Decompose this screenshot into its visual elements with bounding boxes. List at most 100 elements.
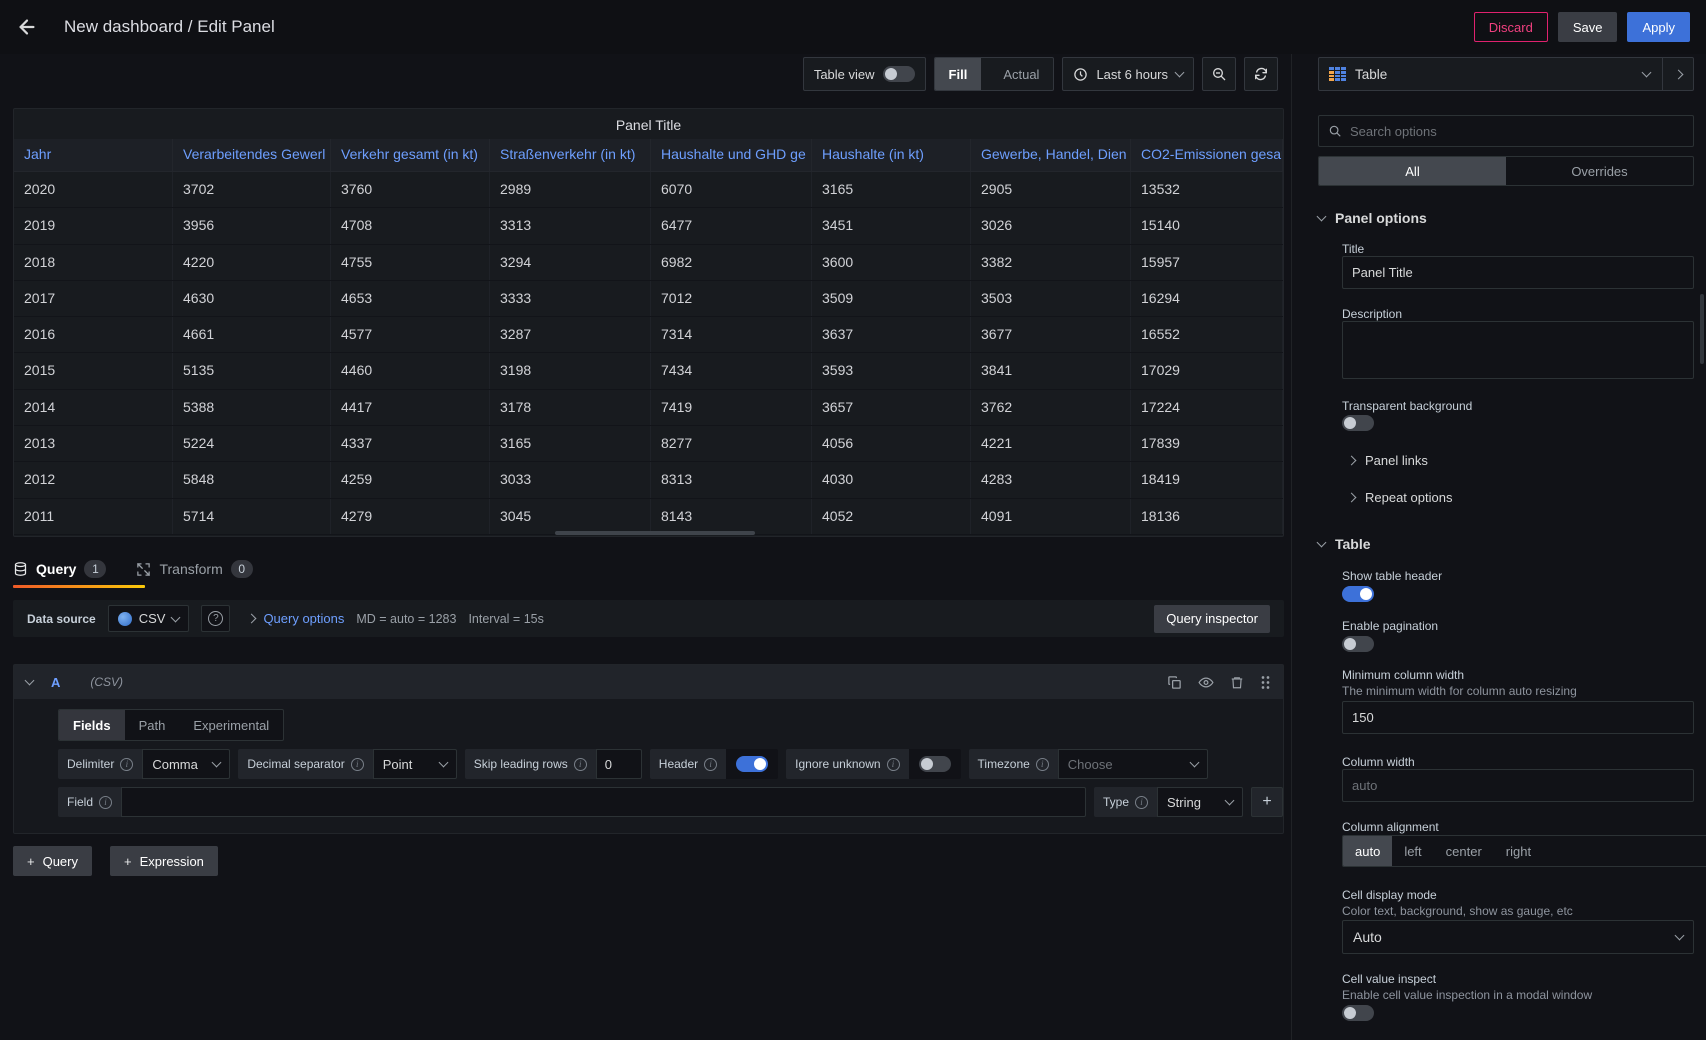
minimum-column-width-desc: The minimum width for column auto resizi… — [1342, 684, 1706, 698]
table-cell: 2013 — [14, 426, 173, 461]
delimiter-select[interactable]: Comma — [142, 749, 230, 779]
table-body: 2020370237602989607031652905135322019395… — [14, 172, 1283, 535]
panel-links-section[interactable]: Panel links — [1348, 453, 1706, 468]
add-query-button[interactable]: +Query — [13, 846, 92, 876]
table-cell: 2016 — [14, 317, 173, 352]
alignment-option-auto[interactable]: auto — [1343, 836, 1392, 866]
table-view-switch[interactable] — [883, 66, 915, 82]
info-icon[interactable]: i — [351, 758, 364, 771]
table-cell: 3509 — [812, 281, 971, 316]
nav-actions: Discard Save Apply — [1474, 12, 1690, 42]
column-header[interactable]: Verkehr gesamt (in kt) — [331, 139, 490, 172]
column-header[interactable]: Verarbeitendes Gewerl — [173, 139, 331, 172]
add-expression-button[interactable]: +Expression — [110, 846, 218, 876]
column-header[interactable]: Straßenverkehr (in kt) — [490, 139, 651, 172]
query-options-toggle[interactable]: Query options — [248, 611, 344, 626]
options-tab-all[interactable]: All — [1319, 157, 1506, 185]
visualization-picker[interactable]: Table — [1318, 57, 1694, 91]
datasource-picker[interactable]: CSV — [108, 605, 190, 632]
apply-button[interactable]: Apply — [1627, 12, 1690, 42]
table-cell: 2018 — [14, 245, 173, 280]
actual-option[interactable]: Actual — [989, 58, 1053, 90]
chevron-down-icon — [171, 612, 181, 622]
editor-tab-path[interactable]: Path — [125, 710, 180, 740]
table-section-header[interactable]: Table — [1318, 536, 1694, 552]
skip-leading-rows-input[interactable] — [596, 749, 642, 779]
cell-value-inspect-switch[interactable] — [1342, 1005, 1374, 1021]
collapse-chevron-icon[interactable] — [25, 676, 35, 686]
table-row: 201939564708331364773451302615140 — [14, 208, 1283, 244]
column-header[interactable]: Haushalte (in kt) — [812, 139, 971, 172]
discard-button[interactable]: Discard — [1474, 12, 1548, 42]
info-icon[interactable]: i — [574, 758, 587, 771]
add-buttons-row: +Query +Expression — [13, 846, 218, 876]
show-table-header-switch[interactable] — [1342, 586, 1374, 602]
column-header[interactable]: Haushalte und GHD ge — [651, 139, 812, 172]
info-icon[interactable]: i — [99, 796, 112, 809]
info-icon[interactable]: i — [1135, 796, 1148, 809]
trash-icon[interactable] — [1230, 675, 1244, 690]
time-range-picker[interactable]: Last 6 hours — [1062, 57, 1194, 91]
table-cell: 3165 — [812, 172, 971, 207]
drag-handle-icon[interactable] — [1260, 675, 1271, 690]
query-count-badge: 1 — [84, 560, 106, 578]
table-cell: 3287 — [490, 317, 651, 352]
info-icon[interactable]: i — [120, 758, 133, 771]
zoom-out-button[interactable] — [1202, 57, 1236, 91]
cell-display-mode-select[interactable]: Auto — [1342, 920, 1694, 954]
table-cell: 3045 — [490, 499, 651, 534]
options-tab-overrides[interactable]: Overrides — [1506, 157, 1693, 185]
table-cell: 4755 — [331, 245, 490, 280]
description-textarea[interactable] — [1342, 321, 1694, 379]
decimal-separator-select[interactable]: Point — [373, 749, 457, 779]
info-icon[interactable]: i — [887, 758, 900, 771]
column-width-input[interactable] — [1342, 769, 1694, 802]
datasource-help-button[interactable]: ? — [201, 605, 230, 632]
pane-splitter[interactable] — [1291, 54, 1292, 1040]
info-icon[interactable]: i — [704, 758, 717, 771]
minimum-column-width-input[interactable] — [1342, 701, 1694, 734]
tab-query[interactable]: Query 1 — [13, 560, 106, 578]
table-cell: 3760 — [331, 172, 490, 207]
editor-tab-fields[interactable]: Fields — [59, 710, 125, 740]
fill-option[interactable]: Fill — [935, 58, 982, 90]
repeat-options-section[interactable]: Repeat options — [1348, 490, 1706, 505]
type-select[interactable]: String — [1157, 787, 1243, 817]
alignment-option-left[interactable]: left — [1392, 836, 1433, 866]
table-cell: 5848 — [173, 462, 331, 497]
table-horizontal-scrollbar[interactable] — [555, 531, 755, 535]
transparent-background-switch[interactable] — [1342, 415, 1374, 431]
alignment-option-right[interactable]: right — [1494, 836, 1543, 866]
field-field: Fieldi — [58, 787, 1086, 817]
panel-title-input[interactable] — [1342, 256, 1694, 289]
column-header[interactable]: CO2-Emissionen gesar — [1131, 139, 1283, 172]
tab-transform[interactable]: Transform 0 — [136, 560, 252, 578]
info-icon[interactable]: i — [1036, 758, 1049, 771]
editor-tab-experimental[interactable]: Experimental — [179, 710, 283, 740]
table-cell: 3702 — [173, 172, 331, 207]
collapse-pane-button[interactable] — [1663, 71, 1693, 78]
query-row-header[interactable]: A (CSV) — [14, 665, 1283, 699]
table-cell: 18419 — [1131, 462, 1283, 497]
grafana-edit-panel: New dashboard / Edit Panel Discard Save … — [0, 0, 1706, 1040]
panel-options-section-header[interactable]: Panel options — [1318, 210, 1694, 226]
save-button[interactable]: Save — [1558, 12, 1618, 42]
options-search-input[interactable] — [1350, 124, 1684, 139]
add-field-button[interactable]: + — [1251, 787, 1283, 817]
eye-icon[interactable] — [1198, 675, 1214, 690]
ignore-unknown-switch[interactable] — [919, 756, 951, 772]
alignment-option-center[interactable]: center — [1434, 836, 1494, 866]
field-input[interactable] — [121, 787, 1086, 817]
table-cell: 4661 — [173, 317, 331, 352]
sidebar-scrollbar[interactable] — [1700, 294, 1704, 364]
duplicate-icon[interactable] — [1167, 675, 1182, 690]
column-header[interactable]: Gewerbe, Handel, Dien — [971, 139, 1131, 172]
column-header[interactable]: Jahr — [14, 139, 173, 172]
options-search-box[interactable] — [1318, 115, 1694, 147]
enable-pagination-switch[interactable] — [1342, 636, 1374, 652]
header-switch[interactable] — [736, 756, 768, 772]
refresh-button[interactable] — [1244, 57, 1278, 91]
query-inspector-button[interactable]: Query inspector — [1154, 605, 1270, 633]
timezone-select[interactable]: Choose — [1058, 749, 1208, 779]
back-button[interactable] — [16, 12, 50, 42]
